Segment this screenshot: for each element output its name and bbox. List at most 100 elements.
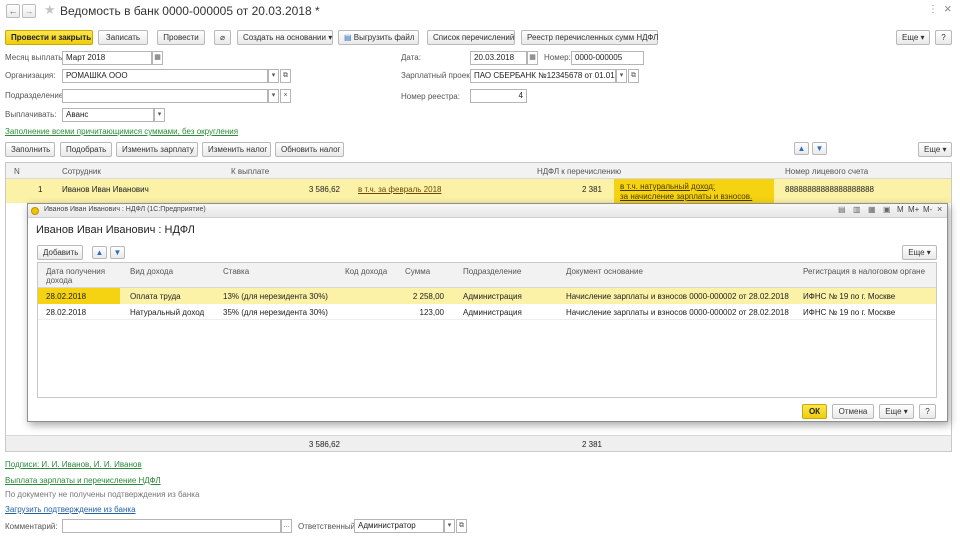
ndfl-registry-button[interactable]: Реестр перечисленных сумм НДФЛ	[521, 30, 658, 45]
registry-number-field[interactable]: 4	[470, 89, 527, 103]
col-header-ndfl: НДФЛ к перечислению	[537, 167, 622, 176]
toolbar-more-button[interactable]: Еще ▾	[896, 30, 930, 45]
export-file-button[interactable]: ▤ Выгрузить файл	[338, 30, 419, 45]
footer-amount-total: 3 586,62	[308, 440, 340, 449]
dialog-close-icon[interactable]: ×	[937, 204, 942, 214]
page-title: Ведомость в банк 0000-000005 от 20.03.20…	[60, 4, 320, 18]
favorite-star-icon[interactable]: ★	[44, 2, 56, 18]
dialog-move-up-button[interactable]: ▲	[92, 246, 107, 259]
pay-type-label: Выплачивать:	[5, 110, 57, 119]
memory-plus-button[interactable]: M+	[908, 205, 919, 214]
change-tax-button[interactable]: Изменить налог	[202, 142, 271, 157]
date-field[interactable]: 20.03.2018	[470, 51, 527, 65]
select-button[interactable]: Подобрать	[60, 142, 112, 157]
chevron-down-icon: ▾	[920, 33, 925, 42]
payment-link[interactable]: Выплата зарплаты и перечисление НДФЛ	[5, 475, 161, 487]
col-header-rate: Ставка	[223, 267, 250, 276]
salary-project-dropdown-button[interactable]: ▾	[616, 69, 627, 83]
memory-minus-button[interactable]: M-	[923, 205, 932, 214]
table-more-button[interactable]: Еще ▾	[918, 142, 952, 157]
row-tax-registration: ИФНС № 19 по г. Москве	[803, 308, 896, 317]
change-salary-button[interactable]: Изменить зарплату	[116, 142, 198, 157]
responsible-field[interactable]: Администратор	[354, 519, 444, 533]
comment-expand-button[interactable]: …	[281, 519, 292, 533]
close-icon[interactable]: ×	[944, 1, 952, 16]
fill-mode-link[interactable]: Заполнение всеми причитающимися суммами,…	[5, 126, 238, 138]
copy-icon[interactable]: ▤	[838, 205, 846, 214]
date-calendar-button[interactable]: ▦	[527, 51, 538, 65]
row-ndfl-note-line2[interactable]: за начисление зарплаты и взносов.	[620, 191, 752, 202]
organization-field[interactable]: РОМАШКА ООО	[62, 69, 268, 83]
create-based-on-label: Создать на основании	[243, 33, 326, 42]
add-button[interactable]: Добавить	[37, 245, 83, 260]
arrow-up-icon: ▲	[95, 248, 104, 257]
col-header-income-code: Код дохода	[345, 267, 388, 276]
pay-month-field[interactable]: Март 2018	[62, 51, 152, 65]
ndfl-table: Дата получения дохода Вид дохода Ставка …	[37, 262, 937, 398]
paperclip-icon: ⌀	[220, 33, 225, 42]
print-icon[interactable]: ▥	[853, 205, 861, 214]
salary-project-open-button[interactable]: ⧉	[628, 69, 639, 83]
row-amount: 3 586,62	[308, 185, 340, 194]
arrow-right-icon: →	[24, 6, 34, 16]
organization-dropdown-button[interactable]: ▾	[268, 69, 279, 83]
table-row[interactable]: 28.02.2018 Натуральный доход 35% (для не…	[38, 304, 936, 320]
help-icon: ?	[941, 33, 946, 42]
nav-back-button[interactable]: ←	[6, 4, 20, 18]
responsible-dropdown-button[interactable]: ▾	[444, 519, 455, 533]
save-button[interactable]: Записать	[98, 30, 148, 45]
calendar-button[interactable]: ▦	[152, 51, 163, 65]
move-up-button[interactable]: ▲	[794, 142, 809, 155]
post-and-close-button[interactable]: Провести и закрыть	[5, 30, 93, 45]
help-button[interactable]: ?	[935, 30, 952, 45]
chevron-down-icon: ▾	[903, 407, 908, 416]
fill-button[interactable]: Заполнить	[5, 142, 55, 157]
load-confirmation-link[interactable]: Загрузить подтверждение из банка	[5, 504, 136, 516]
cancel-button[interactable]: Отмена	[832, 404, 874, 419]
calculator-icon[interactable]: ▣	[883, 205, 891, 214]
ok-button[interactable]: ОК	[802, 404, 827, 419]
col-header-tax-registration: Регистрация в налоговом органе	[803, 267, 926, 276]
pay-type-dropdown-button[interactable]: ▾	[154, 108, 165, 122]
arrow-down-icon: ▼	[815, 144, 824, 153]
dialog-footer-more-button[interactable]: Еще ▾	[879, 404, 914, 419]
more-vertical-icon[interactable]: ⋮	[928, 4, 938, 15]
salary-project-field[interactable]: ПАО СБЕРБАНК №12345678 от 01.01.2018	[470, 69, 616, 83]
row-date: 28.02.2018	[46, 292, 87, 301]
footer-ndfl-total: 2 381	[581, 440, 602, 449]
chevron-down-icon: ▾	[328, 33, 333, 42]
memory-m-button[interactable]: M	[897, 205, 904, 214]
transfers-list-button[interactable]: Список перечислений	[427, 30, 515, 45]
open-link-icon: ⧉	[283, 72, 288, 79]
col-header-sum: Сумма	[405, 267, 431, 276]
department-field[interactable]	[62, 89, 268, 103]
dialog-help-button[interactable]: ?	[919, 404, 936, 419]
dialog-more-label: Еще	[908, 248, 925, 257]
arrow-up-icon: ▲	[797, 144, 806, 153]
dialog-more-button[interactable]: Еще ▾	[902, 245, 937, 260]
number-field[interactable]: 0000-000005	[571, 51, 644, 65]
open-link-icon: ⧉	[459, 522, 464, 529]
department-dropdown-button[interactable]: ▾	[268, 89, 279, 103]
responsible-open-button[interactable]: ⧉	[456, 519, 467, 533]
attach-button[interactable]: ⌀	[214, 30, 231, 45]
chevron-down-icon: ▾	[271, 72, 276, 79]
post-button[interactable]: Провести	[157, 30, 205, 45]
pay-type-select[interactable]: Аванс	[62, 108, 154, 122]
organization-open-button[interactable]: ⧉	[280, 69, 291, 83]
department-clear-button[interactable]: ×	[280, 89, 291, 103]
create-based-on-button[interactable]: Создать на основании ▾	[237, 30, 333, 45]
update-tax-button[interactable]: Обновить налог	[275, 142, 344, 157]
nav-forward-button[interactable]: →	[22, 4, 36, 18]
row-base-document: Начисление зарплаты и взносов 0000-00000…	[566, 292, 789, 301]
dialog-move-down-button[interactable]: ▼	[110, 246, 125, 259]
move-down-button[interactable]: ▼	[812, 142, 827, 155]
chevron-down-icon: ▾	[926, 248, 931, 257]
row-amount-note-link[interactable]: в т.ч. за февраль 2018	[358, 184, 441, 195]
chevron-down-icon: ▾	[619, 72, 624, 79]
calendar-icon[interactable]: ▦	[868, 205, 876, 214]
table-row[interactable]: 1 Иванов Иван Иванович 3 586,62 в т.ч. з…	[6, 179, 951, 203]
signatures-link[interactable]: Подписи: И. И. Иванов, И. И. Иванов	[5, 459, 142, 471]
comment-field[interactable]	[62, 519, 281, 533]
table-row[interactable]: 28.02.2018 Оплата труда 13% (для нерезид…	[38, 288, 936, 304]
